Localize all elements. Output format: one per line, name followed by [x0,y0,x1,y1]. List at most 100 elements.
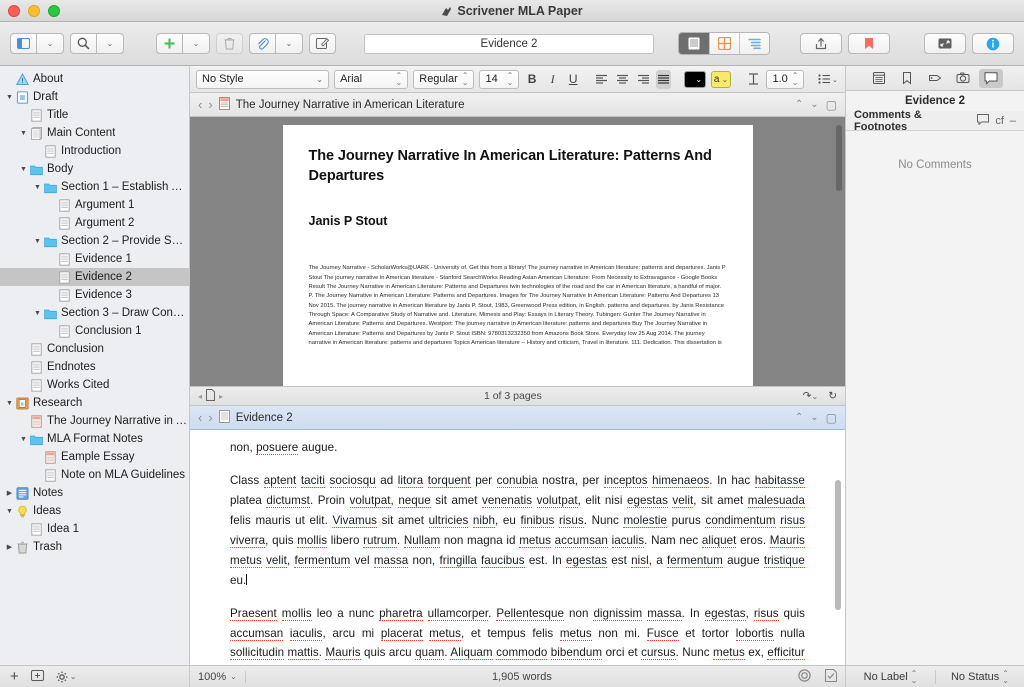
view-mode-segmented-control[interactable] [678,32,770,55]
add-item-button[interactable]: + [10,668,19,685]
attach-group[interactable]: ⌄ [249,33,303,54]
bookmark-button[interactable] [848,33,890,54]
binder-item-trash[interactable]: ▶ Trash [0,538,189,556]
list-button[interactable]: ⌄ [818,70,839,89]
collapse-all-button[interactable]: – [1010,115,1016,127]
italic-button[interactable]: I [545,70,561,89]
binder-item-draft[interactable]: ▼ Draft [0,88,189,106]
binder-item-argument-2[interactable]: Argument 2 [0,214,189,232]
binder-item-body[interactable]: ▼ Body [0,160,189,178]
pdf-viewer[interactable]: The Journey Narrative In American Litera… [190,117,845,386]
paperclip-button[interactable] [249,33,276,54]
pdf-split-layout-button[interactable]: ▢ [826,98,837,112]
text-paragraph[interactable]: Class aptent taciti sociosqu ad litora t… [230,471,805,591]
trash-button[interactable] [216,33,243,54]
highlight-color-swatch[interactable]: a ⌄ [711,70,732,88]
pdf-prev-page-button[interactable]: ◂ [198,392,202,401]
sidebar-toggle-group[interactable]: ⌄ [10,33,64,54]
binder-item-section-1-establish-argu[interactable]: ▼ Section 1 – Establish Argu… [0,178,189,196]
text-split-up-button[interactable]: ⌃ [795,412,803,423]
binder-item-works-cited[interactable]: Works Cited [0,376,189,394]
compose-mode-button[interactable] [924,33,966,54]
text-forward-button[interactable]: › [208,410,212,425]
binder-item-evidence-3[interactable]: Evidence 3 [0,286,189,304]
add-options-caret[interactable]: ⌄ [183,33,210,54]
disclosure-triangle-icon[interactable]: ▼ [18,436,29,443]
pdf-scrollbar[interactable] [836,125,842,191]
align-justify-button[interactable] [655,69,672,89]
checklist-icon[interactable] [825,668,837,685]
text-editor-body[interactable]: non, posuere augue. Class aptent taciti s… [230,430,805,665]
text-paragraph[interactable]: Praesent mollis leo a nunc pharetra ulla… [230,604,805,665]
binder-settings-button[interactable]: ⌄ [56,671,76,683]
line-spacing-selector[interactable]: 1.0 ⌃ ⌄ [766,69,805,89]
window-controls[interactable] [0,4,60,17]
binder-item-about[interactable]: About [0,70,189,88]
zoom-selector[interactable]: 100% ⌄ [198,670,246,683]
disclosure-triangle-icon[interactable]: ▼ [4,508,15,515]
add-comment-icon[interactable] [977,113,990,128]
share-button[interactable] [800,33,842,54]
binder-item-introduction[interactable]: Introduction [0,142,189,160]
disclosure-triangle-icon[interactable]: ▶ [4,489,15,497]
pdf-split-up-button[interactable]: ⌃ [795,99,803,110]
compose-button[interactable] [309,33,336,54]
binder-item-research[interactable]: ▼ Research [0,394,189,412]
text-split-down-button[interactable]: ⌄ [810,412,818,423]
text-editor[interactable]: non, posuere augue. Class aptent taciti s… [190,430,845,665]
text-scrollbar[interactable] [835,480,841,610]
font-selector[interactable]: Arial ⌃ ⌄ [334,69,409,89]
search-options-caret[interactable]: ⌄ [97,33,124,54]
inspector-toggle-button[interactable] [972,33,1014,54]
text-paragraph[interactable]: non, posuere augue. [230,438,805,458]
disclosure-triangle-icon[interactable]: ▶ [4,543,15,551]
target-icon[interactable] [798,668,811,685]
binder-item-evidence-1[interactable]: Evidence 1 [0,250,189,268]
bold-button[interactable]: B [524,70,540,89]
text-color-swatch[interactable]: ⌄ [683,70,707,88]
pdf-forward-button[interactable]: › [208,97,212,112]
view-mode-outliner-button[interactable] [739,33,769,54]
minimize-window-button[interactable] [28,4,40,17]
binder-item-mla-format-notes[interactable]: ▼ MLA Format Notes [0,430,189,448]
binder-item-conclusion[interactable]: Conclusion [0,340,189,358]
disclosure-triangle-icon[interactable]: ▼ [4,400,15,407]
sidebar-toggle-button[interactable] [10,33,37,54]
binder-item-title[interactable]: Title [0,106,189,124]
binder-item-endnotes[interactable]: Endnotes [0,358,189,376]
inspector-tab-comments[interactable] [979,68,1003,88]
binder-item-the-journey-narrative-in-am[interactable]: The Journey Narrative in Am… [0,412,189,430]
label-selector[interactable]: No Label ⌃ ⌄ [846,669,935,684]
view-mode-document-button[interactable] [679,33,709,54]
inspector-tab-metadata[interactable] [923,69,947,88]
disclosure-triangle-icon[interactable]: ▼ [18,130,29,137]
close-window-button[interactable] [8,4,20,17]
style-selector[interactable]: No Style ⌄ [196,69,330,89]
align-left-button[interactable] [594,70,610,89]
binder-item-note-on-mla-guidelines[interactable]: Note on MLA Guidelines [0,466,189,484]
align-right-button[interactable] [635,70,651,89]
search-group[interactable]: ⌄ [70,33,124,54]
font-weight-selector[interactable]: Regular ⌃ ⌄ [413,69,475,89]
attach-options-caret[interactable]: ⌄ [276,33,303,54]
binder-tree[interactable]: About ▼ Draft Title ▼ Main Content Introductio… [0,66,189,665]
search-icon-button[interactable] [70,33,97,54]
inspector-tab-bookmarks[interactable] [895,69,919,88]
add-footnote-button[interactable]: cf [995,115,1004,127]
text-split-layout-button[interactable]: ▢ [826,411,837,425]
new-folder-button[interactable] [30,669,44,684]
binder-item-eample-essay[interactable]: Eample Essay [0,448,189,466]
disclosure-triangle-icon[interactable]: ▼ [32,184,43,191]
binder-item-argument-1[interactable]: Argument 1 [0,196,189,214]
font-size-selector[interactable]: 14 ⌃ ⌄ [479,69,520,89]
document-title-field[interactable]: Evidence 2 [364,33,654,54]
text-back-button[interactable]: ‹ [198,410,202,425]
pdf-back-button[interactable]: ‹ [198,97,202,112]
inspector-tab-snapshots[interactable] [951,69,975,88]
binder-item-main-content[interactable]: ▼ Main Content [0,124,189,142]
underline-button[interactable]: U [565,70,581,89]
disclosure-triangle-icon[interactable]: ▼ [32,238,43,245]
binder-item-conclusion-1[interactable]: Conclusion 1 [0,322,189,340]
maximize-window-button[interactable] [48,4,60,17]
add-button[interactable] [156,33,183,54]
